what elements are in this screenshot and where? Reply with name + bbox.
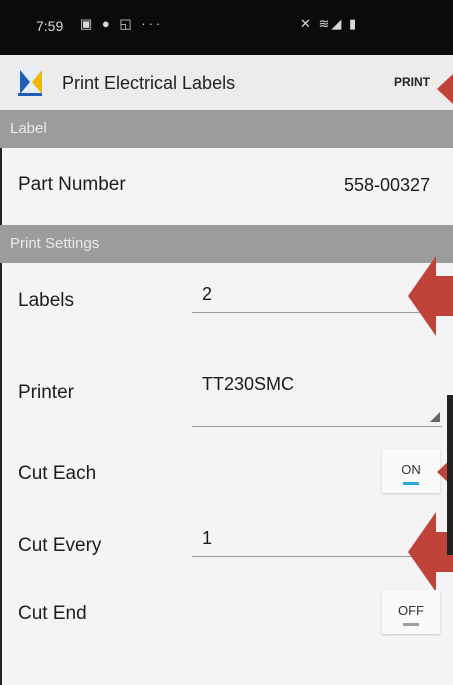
printer-label: Printer (18, 382, 74, 403)
cut-each-label: Cut Each (18, 463, 97, 484)
cut-every-label: Cut Every (18, 535, 102, 556)
system-icons: ✕ ≋◢ ▮ (300, 16, 359, 31)
toggle-off-indicator (403, 623, 419, 626)
labels-input[interactable]: 2 (192, 280, 442, 313)
notification-icons: ▣ ● ◱ ··· (80, 16, 164, 31)
printer-dropdown[interactable]: TT230SMC (192, 368, 442, 427)
toggle-on-indicator (403, 482, 419, 485)
print-button[interactable]: PRINT (394, 75, 430, 89)
labels-label: Labels (18, 290, 74, 311)
section-header-print-settings: Print Settings (0, 225, 453, 263)
cut-end-toggle[interactable]: OFF (382, 590, 440, 634)
dropdown-caret-icon (430, 412, 440, 422)
cut-each-toggle[interactable]: ON (382, 449, 440, 493)
dk-logo-icon (13, 65, 47, 99)
app-bar: Print Electrical Labels PRINT (0, 55, 453, 111)
labels-value: 2 (202, 284, 213, 304)
cut-every-value: 1 (202, 528, 213, 548)
page-title: Print Electrical Labels (62, 73, 236, 93)
printer-value: TT230SMC (202, 374, 295, 394)
cut-every-input[interactable]: 1 (192, 524, 442, 557)
scrollbar[interactable] (447, 395, 453, 555)
annotation-arrow-print (437, 74, 453, 104)
cut-end-label: Cut End (18, 603, 87, 624)
cut-end-state: OFF (398, 603, 424, 618)
status-time: 7:59 (36, 18, 64, 34)
status-bar: 7:59 ▣ ● ◱ ··· ✕ ≋◢ ▮ (0, 0, 453, 55)
part-number-value: 558-00327 (344, 175, 431, 195)
cut-each-state: ON (401, 462, 421, 477)
section-header-label: Label (0, 110, 453, 148)
annotation-arrow-labels (408, 256, 453, 336)
part-number-label: Part Number (18, 174, 126, 195)
